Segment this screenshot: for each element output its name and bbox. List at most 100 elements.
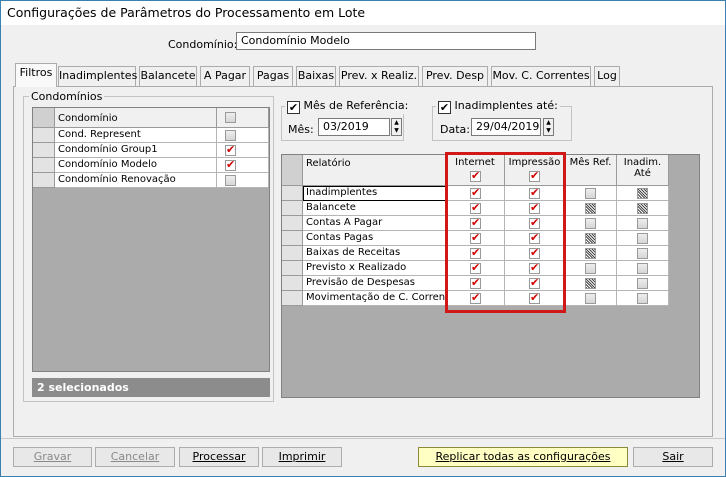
condominios-corner-cell <box>33 108 55 128</box>
condominio-name-cell[interactable]: Condomínio Modelo <box>55 158 217 173</box>
relatorio-name-cell[interactable]: Balancete <box>303 201 446 216</box>
condominio-name-cell[interactable]: Cond. Represent <box>55 128 217 143</box>
inadim-ate-cell[interactable] <box>617 216 669 231</box>
inadim-ate-checkbox[interactable] <box>637 248 648 259</box>
tab-pagas[interactable]: Pagas <box>253 66 293 86</box>
mes-ref-checkbox[interactable] <box>585 293 596 304</box>
condominio-checkbox[interactable] <box>225 175 236 186</box>
mes-ref-cell[interactable] <box>565 216 617 231</box>
condominio-checkbox[interactable] <box>225 143 236 156</box>
inadim-ate-checkbox[interactable] <box>637 218 648 229</box>
window-title: Configurações de Parâmetros do Processam… <box>7 5 366 20</box>
tab-balancete[interactable]: Balancete <box>139 66 197 86</box>
mes-ref-checkbox[interactable] <box>585 188 596 199</box>
row-header <box>282 201 303 216</box>
inadim-ate-checkbox[interactable] <box>637 263 648 274</box>
condominio-field[interactable]: Condomínio Modelo <box>236 32 536 50</box>
replicar-button[interactable]: Replicar todas as configurações <box>418 447 628 467</box>
condominio-check-cell[interactable] <box>217 143 269 158</box>
condominio-check-cell[interactable] <box>217 173 269 188</box>
tab-filtros[interactable]: Filtros <box>15 63 57 87</box>
relatorio-name-cell[interactable]: Contas A Pagar <box>303 216 446 231</box>
mes-ref-checkbox[interactable] <box>585 278 596 289</box>
mes-label: Mês: <box>288 123 314 136</box>
relatorio-name-cell[interactable]: Previsão de Despesas <box>303 276 446 291</box>
relatorio-name-cell[interactable]: Movimentação de C. Corrente <box>303 291 446 306</box>
inadim-ate-cell[interactable] <box>617 246 669 261</box>
condominio-checkbox[interactable] <box>225 158 236 171</box>
row-header <box>282 186 303 201</box>
inadim-ate-cell[interactable] <box>617 186 669 201</box>
relatorio-name-cell[interactable]: Previsto x Realizado <box>303 261 446 276</box>
footer-separator <box>1 438 725 439</box>
tab-baixas[interactable]: Baixas <box>296 66 336 86</box>
tab-a-pagar[interactable]: A Pagar <box>200 66 250 86</box>
inadim-ate-column-header: Inadim. Até <box>617 155 669 186</box>
processar-button[interactable]: Processar <box>179 447 259 467</box>
inadim-ate-cell[interactable] <box>617 276 669 291</box>
highlight-frame <box>445 152 566 313</box>
mes-ref-cell[interactable] <box>565 231 617 246</box>
mes-ref-checkbox[interactable] <box>585 233 596 244</box>
inadim-ate-cell[interactable] <box>617 201 669 216</box>
mes-ref-checkbox[interactable] <box>585 218 596 229</box>
inadim-ate-cell[interactable] <box>617 291 669 306</box>
inadimplentes-ate-checkbox[interactable]: ✔ <box>438 101 451 114</box>
mes-ref-cell[interactable] <box>565 246 617 261</box>
row-header <box>282 291 303 306</box>
relatorios-corner-cell <box>282 155 303 186</box>
gravar-button[interactable]: Gravar <box>13 447 92 467</box>
mes-spinner[interactable]: ▲ ▼ <box>391 118 402 136</box>
mes-ref-checkbox[interactable] <box>585 248 596 259</box>
tab-log[interactable]: Log <box>594 66 620 86</box>
tab-inadimplentes[interactable]: Inadimplentes <box>58 66 137 86</box>
relatorio-name-cell[interactable]: Baixas de Receitas <box>303 246 446 261</box>
condominio-name-cell[interactable]: Condomínio Group1 <box>55 143 217 158</box>
row-header <box>282 261 303 276</box>
sair-button[interactable]: Sair <box>633 447 713 467</box>
row-header <box>282 246 303 261</box>
cancelar-button[interactable]: Cancelar <box>95 447 175 467</box>
row-header <box>33 158 55 173</box>
inadim-ate-cell[interactable] <box>617 231 669 246</box>
mes-ref-cell[interactable] <box>565 261 617 276</box>
mes-ref-cell[interactable] <box>565 291 617 306</box>
mes-ref-cell[interactable] <box>565 276 617 291</box>
condominios-group-title: Condomínios <box>29 90 105 103</box>
inadim-ate-checkbox[interactable] <box>637 233 648 244</box>
mes-referencia-title: ✔ Mês de Referência: <box>285 99 411 114</box>
condominio-name-cell[interactable]: Condomínio Renovação <box>55 173 217 188</box>
row-header <box>282 216 303 231</box>
row-header <box>33 128 55 143</box>
relatorio-name-cell[interactable]: Contas Pagas <box>303 231 446 246</box>
inadim-ate-checkbox[interactable] <box>637 188 648 199</box>
inadim-ate-checkbox[interactable] <box>637 278 648 289</box>
data-label: Data: <box>440 123 470 136</box>
mes-referencia-checkbox[interactable]: ✔ <box>287 101 300 114</box>
tab-mov-c-correntes[interactable]: Mov. C. Correntes <box>491 66 591 86</box>
data-field[interactable]: 29/04/2019 <box>471 118 541 136</box>
title-bar: Configurações de Parâmetros do Processam… <box>1 1 725 25</box>
tab-prev-desp[interactable]: Prev. Desp <box>422 66 488 86</box>
condominio-check-cell[interactable] <box>217 128 269 143</box>
inadim-ate-checkbox[interactable] <box>637 203 648 214</box>
tab-prev-x-realiz[interactable]: Prev. x Realiz. <box>339 66 419 86</box>
inadim-ate-cell[interactable] <box>617 261 669 276</box>
relatorio-name-cell[interactable]: Inadimplentes <box>303 186 446 201</box>
condominio-select-all-header[interactable] <box>217 108 269 128</box>
imprimir-button[interactable]: Imprimir <box>262 447 342 467</box>
row-header <box>282 231 303 246</box>
condominio-column-header: Condomínio <box>55 108 217 128</box>
mes-ref-cell[interactable] <box>565 201 617 216</box>
inadim-ate-checkbox[interactable] <box>637 293 648 304</box>
inadimplentes-ate-title: ✔ Inadimplentes até: <box>436 99 560 114</box>
condominio-checkbox[interactable] <box>225 130 236 141</box>
mes-ref-cell[interactable] <box>565 186 617 201</box>
mes-ref-checkbox[interactable] <box>585 203 596 214</box>
condominio-select-all-checkbox[interactable] <box>225 112 236 123</box>
selection-status-bar: 2 selecionados <box>32 378 270 397</box>
data-spinner[interactable]: ▲ ▼ <box>543 118 554 136</box>
mes-ref-checkbox[interactable] <box>585 263 596 274</box>
mes-field[interactable]: 03/2019 <box>318 118 390 136</box>
condominio-check-cell[interactable] <box>217 158 269 173</box>
